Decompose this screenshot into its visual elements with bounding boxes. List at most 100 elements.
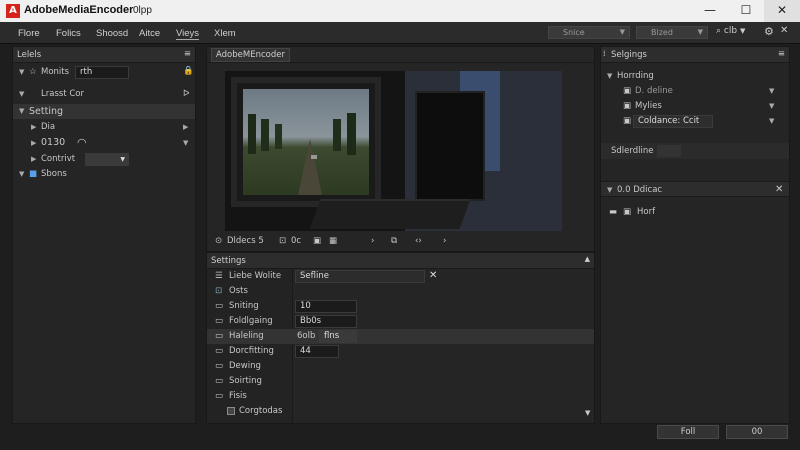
grid-icon[interactable]: ▦	[329, 236, 337, 246]
contrivt-dropdown[interactable]: ▼	[85, 153, 129, 166]
right-item[interactable]: ▣ Coldance: Ccit ▼	[601, 114, 789, 129]
preset-dropdown[interactable]: Blzed ▼	[636, 26, 708, 39]
left-row-0130[interactable]: ▶ 0130 ◠ ▼	[13, 136, 195, 151]
settings-row[interactable]: ▭ Haleling 6olb flns	[207, 329, 594, 344]
triangle-right-icon[interactable]: ▶	[183, 123, 188, 131]
minimize-icon[interactable]: —	[692, 0, 728, 22]
section2-tab	[657, 145, 681, 157]
folder-icon: ▬	[609, 207, 618, 217]
settings-row[interactable]: ▭ Fisis	[207, 389, 594, 404]
next-icon[interactable]: ›	[443, 236, 446, 246]
settings-row[interactable]: ▭ Soirting	[207, 374, 594, 389]
menu-folics[interactable]: Folics	[56, 28, 81, 39]
right-section3[interactable]: ▼ 0.0 Ddicac ✕	[601, 181, 789, 197]
left-row-setting[interactable]: ▼ Setting	[13, 104, 195, 119]
menu-shoosd[interactable]: Shoosd	[96, 28, 128, 39]
monitor-screen	[243, 89, 369, 195]
title-bar: A AdobeMediaEncoder 0lpp — ☐ ✕	[0, 0, 800, 22]
menu-file[interactable]: Flore	[18, 28, 40, 39]
step-icon[interactable]: ‹›	[415, 236, 422, 246]
chevron-down-icon[interactable]: ▼	[769, 117, 774, 125]
settings-row[interactable]: ▭ Foldlgaing Bb0s	[207, 314, 594, 329]
settings-row[interactable]: ☰ Liebe Wolite Sefline ✕	[207, 269, 594, 284]
gear-icon[interactable]: ⚙	[764, 25, 774, 38]
right-section-header[interactable]: ▼ Horrding	[601, 69, 789, 84]
triangle-up-icon[interactable]: ▲	[585, 255, 590, 263]
panel-menu-icon[interactable]: ≡	[184, 49, 191, 59]
left-panel: Lelels ≡ ▼ ☆ Monits rth 🔒 ▼ Lrasst Cor ᐅ…	[12, 46, 196, 424]
cancel-button[interactable]: 00	[726, 425, 788, 439]
settings-row[interactable]: ▭ Dorcfitting 44	[207, 344, 594, 359]
left-row-contrivt[interactable]: ▶ Contrivt ▼	[13, 152, 195, 167]
triangle-down-icon[interactable]: ▼	[585, 409, 590, 417]
zoom-control[interactable]: ⌕ clb ▼	[716, 26, 745, 36]
left-row-lrasst[interactable]: ▼ Lrasst Cor ᐅ	[13, 87, 195, 102]
window-title-suffix: 0lpp	[133, 5, 152, 16]
settings-checkbox[interactable]	[227, 407, 235, 415]
star-icon: ☆	[29, 67, 37, 77]
right-item[interactable]: ▣ D. deline ▼	[601, 84, 789, 99]
preview-panel: AdobeMEncoder ⊙ Dldecs 5 ⊡ 0c ▣ ▦ › ⧉ ‹›…	[206, 46, 595, 252]
list-icon: ☰	[215, 271, 223, 281]
right-item-label: Horf	[637, 207, 656, 217]
settings-row[interactable]: ⊡ Osts	[207, 284, 594, 299]
left-row-label: Lrasst Cor	[41, 89, 84, 99]
triangle-down-icon: ▼	[19, 68, 25, 76]
checkbox-icon[interactable]: ⊡	[215, 286, 222, 296]
lock-icon[interactable]: 🔒	[183, 66, 194, 76]
close-panel-icon[interactable]: ✕	[780, 25, 788, 36]
close-icon[interactable]: ✕	[764, 0, 800, 22]
tab-preview[interactable]: AdobeMEncoder	[211, 48, 290, 62]
right-section-title: Horrding	[617, 71, 654, 81]
settings-field[interactable]: Bb0s	[295, 315, 357, 328]
settings-panel: Settings ▲ ☰ Liebe Wolite Sefline ✕ ⊡ Os…	[206, 252, 595, 424]
preset-dropdown-value: Blzed	[651, 28, 673, 37]
record-icon[interactable]: ⊡	[279, 236, 286, 246]
play-icon[interactable]: ᐅ	[183, 89, 190, 99]
settings-field[interactable]: 10	[295, 300, 357, 313]
chevron-down-icon[interactable]: ▼	[769, 87, 774, 95]
left-panel-title: Lelels	[17, 50, 42, 60]
frame-icon[interactable]: ▣	[313, 236, 321, 246]
ok-button[interactable]: Foll	[657, 425, 719, 439]
settings-row-label: Fisis	[229, 391, 247, 401]
left-row-dia[interactable]: ▶ Dia ▶	[13, 120, 195, 135]
menu-aitce[interactable]: Aitce	[139, 28, 160, 39]
monits-field[interactable]: rth	[75, 66, 129, 79]
menu-view[interactable]: Vieys	[176, 28, 200, 40]
left-row-label: Contrivt	[41, 154, 76, 164]
menu-xlem[interactable]: Xlem	[214, 28, 236, 39]
settings-row[interactable]: ▭ Sniting 10	[207, 299, 594, 314]
triangle-down-icon: ▼	[607, 186, 613, 194]
settings-checkbox-row[interactable]: Corgtodas	[207, 404, 594, 419]
settings-row-label: Sniting	[229, 301, 259, 311]
settings-field[interactable]: Sefline	[295, 270, 425, 283]
folder-icon: ▭	[215, 346, 224, 356]
loop-icon[interactable]: ⊙	[215, 236, 222, 246]
fullscreen-icon[interactable]: ⧉	[391, 236, 397, 246]
triangle-down-icon[interactable]: ▼	[183, 139, 188, 147]
panel-menu-icon[interactable]: ≡	[778, 49, 785, 59]
left-row-monits[interactable]: ▼ ☆ Monits rth 🔒	[13, 65, 195, 80]
settings-row-label: Soirting	[229, 376, 262, 386]
settings-row[interactable]: ▭ Dewing	[207, 359, 594, 374]
left-row-sbons[interactable]: ▼ ■ Sbons	[13, 167, 195, 182]
settings-field-value: 10	[300, 301, 311, 311]
collapse-icon[interactable]: ⁞	[603, 49, 606, 58]
close-icon[interactable]: ✕	[429, 270, 437, 281]
maximize-icon[interactable]: ☐	[728, 0, 764, 22]
chevron-down-icon[interactable]: ▼	[769, 102, 774, 110]
right-section2[interactable]: Sdlerdline	[601, 143, 789, 159]
left-row-label: Setting	[29, 106, 64, 117]
settings-field[interactable]: 44	[295, 345, 339, 358]
left-row-label: 0130	[41, 137, 66, 148]
play-icon[interactable]: ›	[371, 236, 374, 246]
right-item-horf[interactable]: ▬ ▣ Horf	[601, 205, 789, 220]
right-item[interactable]: ▣ Mylies ▼	[601, 99, 789, 114]
settings-field[interactable]: flns	[319, 330, 357, 343]
settings-field-value: Sefline	[300, 271, 329, 281]
right-item-field[interactable]: Coldance: Ccit	[633, 115, 713, 128]
workspace-dropdown[interactable]: Snice ▼	[548, 26, 630, 39]
close-icon[interactable]: ✕	[775, 184, 783, 195]
settings-row-label: Foldlgaing	[229, 316, 273, 326]
